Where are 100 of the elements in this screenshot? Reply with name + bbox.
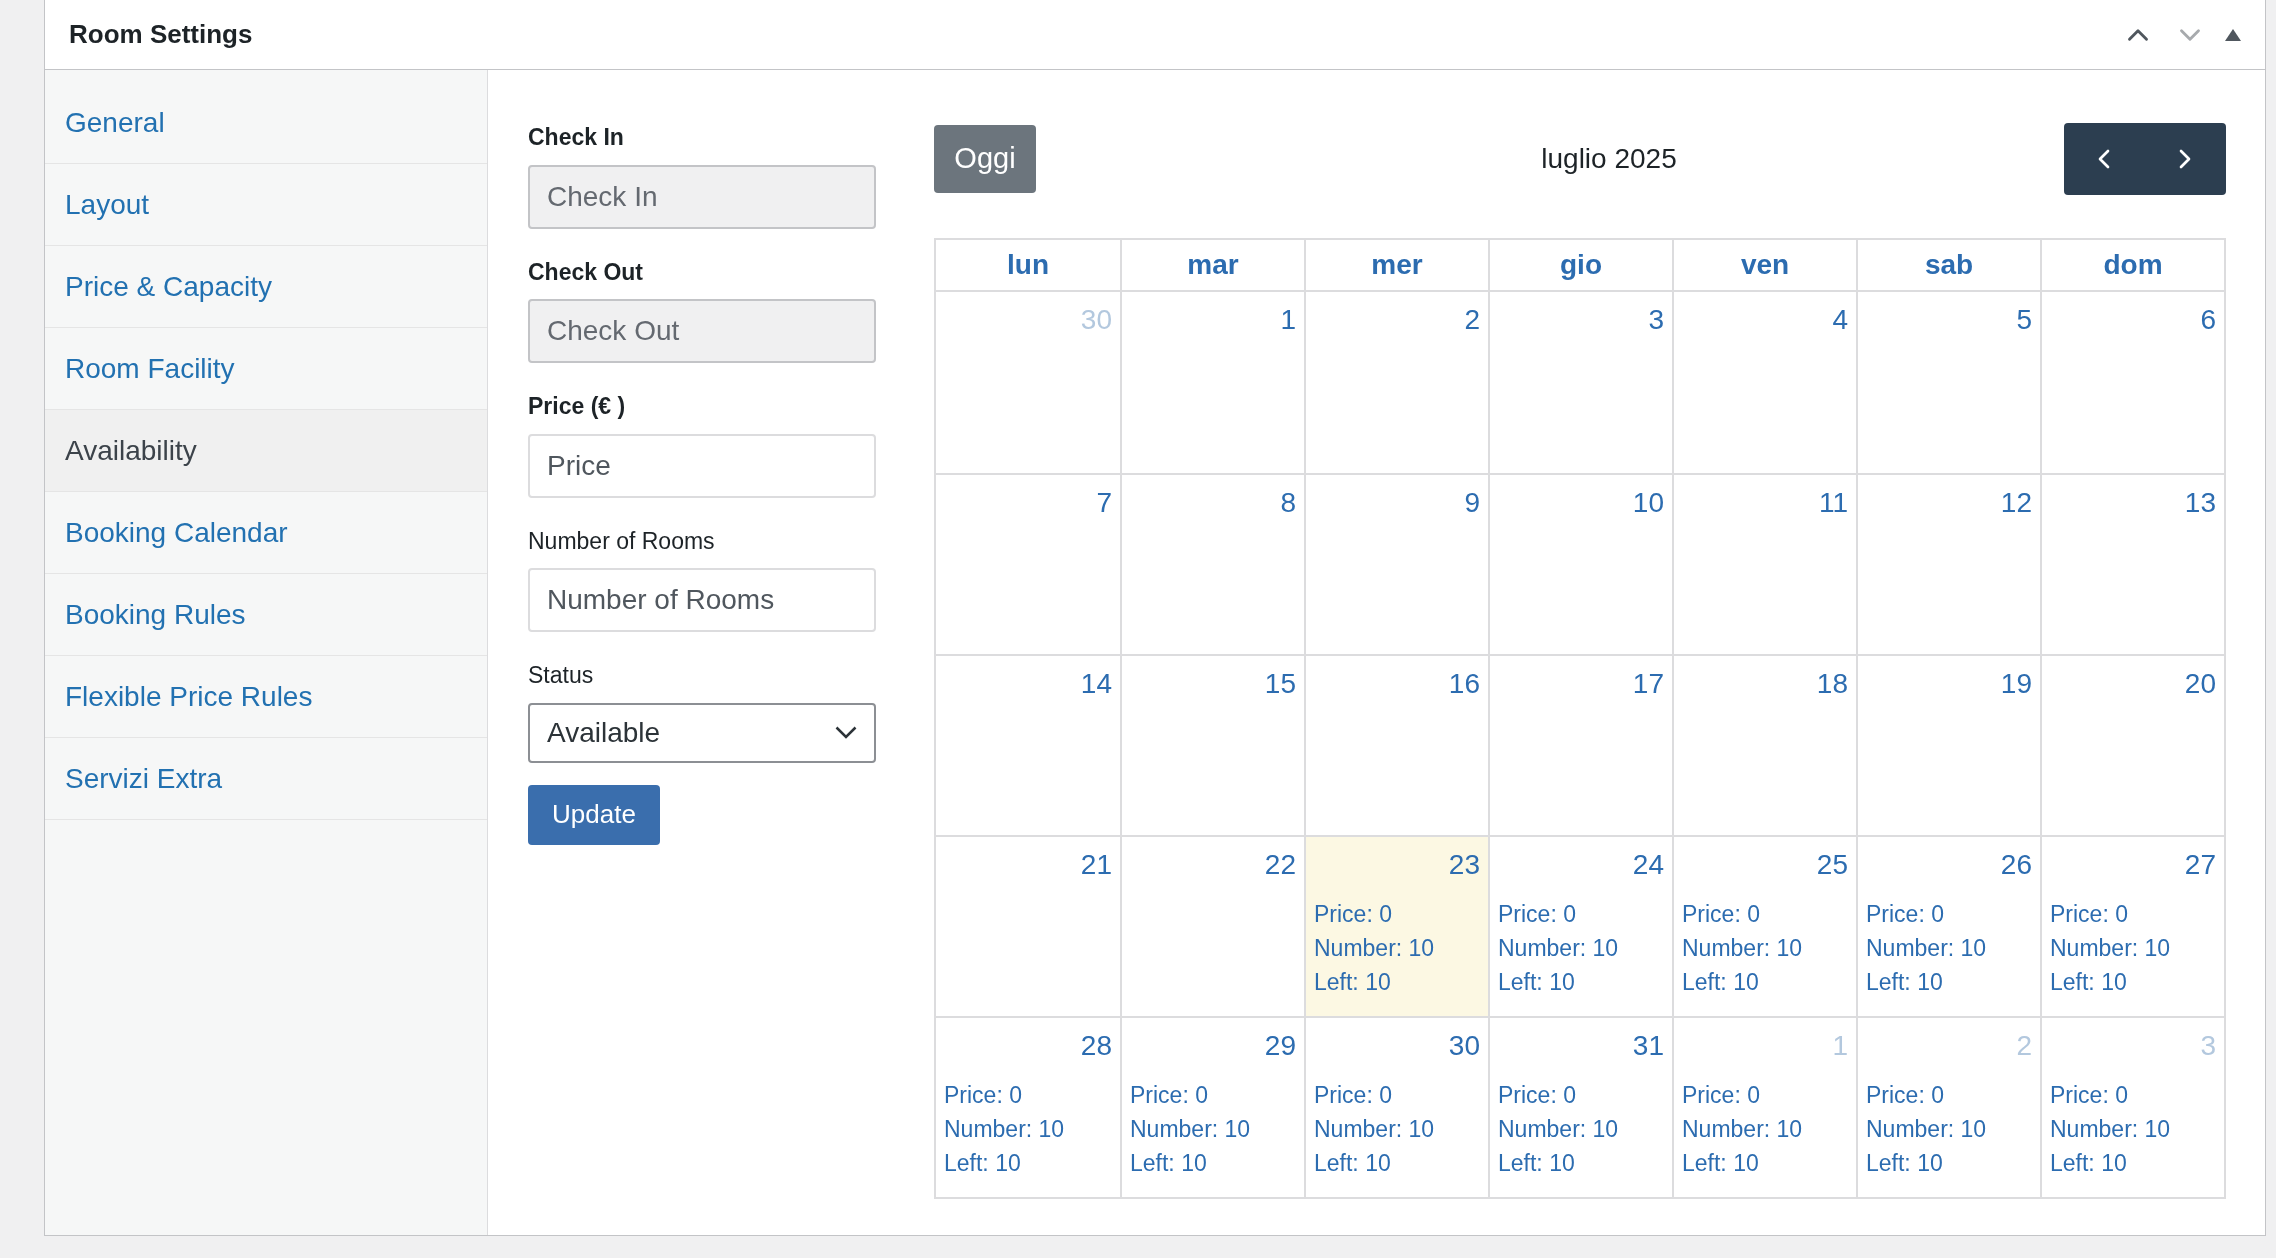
day-info-text: Price: 0 [944, 1081, 1023, 1110]
weekday-header: mar [1120, 240, 1304, 290]
day-number: 29 [1264, 1029, 1296, 1063]
day-number: 12 [2000, 486, 2032, 520]
sidebar-item[interactable]: Booking Rules [45, 574, 487, 656]
day-number: 7 [1096, 486, 1112, 520]
day-number: 26 [2000, 848, 2032, 882]
sidebar-item[interactable]: Layout [45, 164, 487, 246]
day-number: 28 [1080, 1029, 1112, 1063]
collapse-icon[interactable] [2225, 28, 2241, 41]
day-info-text: Number: 10 [1866, 1115, 1988, 1144]
day-info-text: Number: 10 [1498, 934, 1620, 963]
input-field[interactable]: Price [528, 433, 876, 498]
day-number: 19 [2000, 667, 2032, 701]
day-number: 31 [1632, 1029, 1664, 1063]
day-info-text: Price: 0 [1682, 1081, 1761, 1110]
day-number: 30 [1080, 303, 1112, 337]
day-info-text: Number: 10 [1498, 1115, 1620, 1144]
day-info-text: Left: 10 [1682, 968, 1760, 997]
weekday-header: dom [2040, 240, 2224, 290]
day-info-text: Number: 10 [2050, 1115, 2172, 1144]
day-number: 21 [1080, 848, 1112, 882]
day-number: 2 [2016, 1029, 2032, 1063]
status-dropdown[interactable]: Available [528, 702, 876, 763]
day-number: 5 [2016, 303, 2032, 337]
day-info-text: Left: 10 [1314, 1149, 1392, 1178]
day-number: 18 [1816, 667, 1848, 701]
day-number: 11 [1818, 486, 1848, 520]
day-number: 4 [1832, 303, 1848, 337]
sidebar-item[interactable]: Booking Calendar [45, 492, 487, 574]
day-info-text: Left: 10 [1866, 968, 1944, 997]
field-label: Price (€ ) [528, 392, 627, 421]
input-field[interactable]: Number of Rooms [528, 568, 876, 632]
weekday-header: ven [1672, 240, 1856, 290]
day-info-text: Price: 0 [1498, 1081, 1577, 1110]
sidebar-item[interactable]: General [45, 82, 487, 164]
day-info-text: Left: 10 [2050, 968, 2128, 997]
sidebar-item[interactable]: Availability [45, 410, 487, 492]
day-info-text: Left: 10 [944, 1149, 1022, 1178]
day-number: 1 [1832, 1029, 1848, 1063]
day-cell[interactable]: 23 Price: 0 Number: 10 Left: 10 [1304, 837, 1488, 1016]
update-button[interactable]: Update [528, 784, 660, 845]
day-number: 15 [1264, 667, 1296, 701]
day-number: 16 [1448, 667, 1480, 701]
day-info-text: Price: 0 [1130, 1081, 1209, 1110]
today-button[interactable]: Oggi [934, 125, 1036, 193]
day-number: 27 [2184, 848, 2216, 882]
day-info-text: Left: 10 [1866, 1149, 1944, 1178]
sidebar-item[interactable]: Servizi Extra [45, 738, 487, 820]
month-title: luglio 2025 [1541, 142, 1677, 176]
day-number: 3 [1648, 303, 1664, 337]
day-info-text: Price: 0 [1314, 900, 1393, 929]
weekday-header: gio [1488, 240, 1672, 290]
day-number: 30 [1448, 1029, 1480, 1063]
day-info-text: Price: 0 [1866, 1081, 1945, 1110]
day-info-text: Number: 10 [1866, 934, 1988, 963]
day-number: 22 [1264, 848, 1296, 882]
weekday-header: sab [1856, 240, 2040, 290]
day-number: 20 [2184, 667, 2216, 701]
field-label: Check In [528, 123, 625, 152]
day-number: 3 [2200, 1029, 2216, 1063]
day-info-text: Price: 0 [2050, 900, 2129, 929]
day-info-text: Price: 0 [1866, 900, 1945, 929]
sidebar-item[interactable]: Price & Capacity [45, 246, 487, 328]
day-number: 2 [1464, 303, 1480, 337]
field-label: Check Out [528, 257, 645, 287]
day-number: 14 [1080, 667, 1112, 701]
field-label: Status [528, 661, 595, 690]
weekday-header: mer [1304, 240, 1488, 290]
day-info-text: Number: 10 [1314, 1115, 1436, 1144]
day-info-text: Number: 10 [1314, 934, 1436, 963]
day-number: 9 [1464, 486, 1480, 520]
day-number: 13 [2184, 486, 2216, 520]
sidebar-item[interactable]: Flexible Price Rules [45, 656, 487, 738]
day-info-text: Left: 10 [1498, 1149, 1576, 1178]
day-info-text: Left: 10 [2050, 1149, 2128, 1178]
day-info-text: Number: 10 [1130, 1115, 1252, 1144]
day-info-text: Number: 10 [1682, 1115, 1804, 1144]
day-info-text: Number: 10 [2050, 934, 2172, 963]
day-info-text: Left: 10 [1498, 968, 1576, 997]
panel-title: Room Settings [69, 18, 254, 51]
day-info-text: Number: 10 [1682, 934, 1804, 963]
day-number: 23 [1448, 848, 1480, 882]
day-number: 24 [1632, 848, 1664, 882]
weekday-header: lun [1006, 248, 1050, 282]
day-info-text: Price: 0 [2050, 1081, 2129, 1110]
day-info-text: Price: 0 [1498, 900, 1577, 929]
day-info-text: Number: 10 [944, 1115, 1066, 1144]
day-number: 6 [2200, 303, 2216, 337]
day-number: 10 [1632, 486, 1664, 520]
day-number: 1 [1280, 303, 1296, 337]
field-label: Number of Rooms [528, 526, 716, 556]
day-number: 8 [1280, 486, 1296, 520]
day-number: 17 [1632, 667, 1664, 701]
day-info-text: Left: 10 [1130, 1149, 1208, 1178]
day-number: 25 [1816, 848, 1848, 882]
caret-icon [835, 726, 857, 739]
day-info-text: Price: 0 [1682, 900, 1761, 929]
day-info-text: Price: 0 [1314, 1081, 1393, 1110]
day-info-text: Left: 10 [1314, 968, 1392, 997]
